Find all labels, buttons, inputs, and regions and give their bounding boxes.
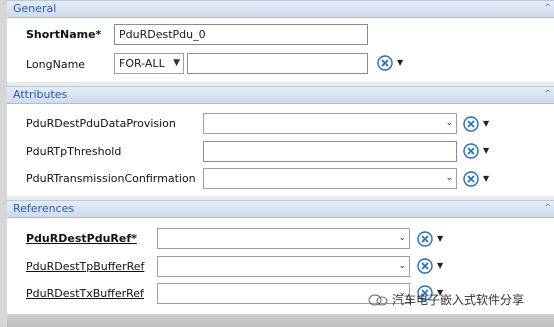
attr-input-tp-threshold[interactable]: [203, 141, 457, 162]
collapse-icon[interactable]: ⌃: [544, 1, 552, 17]
attr-select-transmission-confirmation[interactable]: ⌄: [203, 168, 457, 189]
collapse-icon[interactable]: ⌃: [544, 87, 552, 103]
dropdown-arrow-icon[interactable]: ▼: [437, 261, 443, 270]
watermark-text: 汽车电子嵌入式软件分享: [392, 293, 525, 307]
left-panel-strip: [0, 0, 7, 327]
section-header-general[interactable]: General ⌃: [7, 0, 554, 18]
longname-language-value: FOR-ALL: [119, 57, 165, 70]
ref-label-dest-pdu[interactable]: PduRDestPduRef*: [26, 232, 137, 245]
attr-label-tp-threshold: PduRTpThreshold: [26, 145, 122, 158]
section-header-attributes[interactable]: Attributes ⌃: [7, 86, 554, 104]
section-title-attributes: Attributes: [13, 88, 68, 101]
attr-select-data-provision[interactable]: ⌄: [203, 113, 457, 134]
attr-label-transmission-confirmation: PduRTransmissionConfirmation: [26, 172, 196, 185]
dropdown-arrow-icon[interactable]: ▼: [483, 146, 489, 155]
shortname-label: ShortName*: [26, 28, 102, 41]
collapse-icon[interactable]: ⌃: [544, 201, 552, 217]
section-header-references[interactable]: References ⌃: [7, 200, 554, 218]
dropdown-arrow-icon[interactable]: ▼: [397, 58, 403, 67]
section-title-references: References: [13, 202, 75, 215]
attr-label-data-provision: PduRDestPduDataProvision: [26, 117, 176, 130]
tool-wrench-icon[interactable]: [463, 171, 479, 187]
ref-label-tp-buffer[interactable]: PduRDestTpBufferRef: [26, 260, 144, 273]
shortname-input[interactable]: PduRDestPdu_0: [114, 24, 368, 45]
bottom-bar: [7, 314, 554, 327]
longname-label: LongName: [26, 58, 86, 71]
tool-wrench-icon[interactable]: [417, 231, 433, 247]
section-title-general: General: [13, 2, 57, 15]
chevron-down-icon: ⌄: [398, 233, 406, 243]
dropdown-arrow-icon[interactable]: ▼: [437, 234, 443, 243]
chevron-down-icon: ▼: [173, 58, 180, 68]
chevron-down-icon: ⌄: [445, 118, 453, 128]
chevron-down-icon: ⌄: [445, 173, 453, 183]
chevron-down-icon: ⌄: [398, 261, 406, 271]
wechat-icon: [368, 294, 388, 306]
tool-wrench-icon[interactable]: [463, 143, 479, 159]
longname-language-select[interactable]: FOR-ALL ▼: [114, 53, 184, 74]
ref-select-dest-pdu[interactable]: ⌄: [157, 228, 410, 249]
longname-input[interactable]: [187, 53, 368, 74]
tool-wrench-icon[interactable]: [417, 258, 433, 274]
ref-label-tx-buffer[interactable]: PduRDestTxBufferRef: [26, 287, 144, 300]
ref-select-tp-buffer[interactable]: ⌄: [157, 256, 410, 277]
dropdown-arrow-icon[interactable]: ▼: [483, 119, 489, 128]
tool-wrench-icon[interactable]: [463, 116, 479, 132]
dropdown-arrow-icon[interactable]: ▼: [483, 174, 489, 183]
tool-wrench-icon[interactable]: [377, 55, 393, 71]
